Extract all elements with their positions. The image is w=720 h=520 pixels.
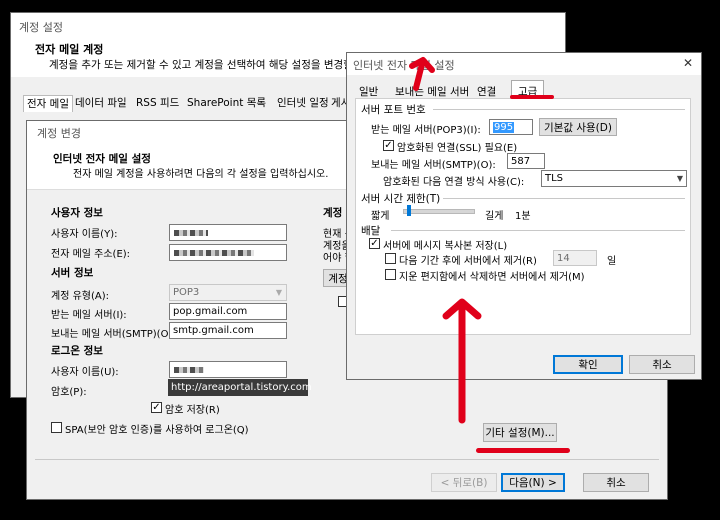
outgoing-port-input[interactable]: 587 — [507, 153, 545, 169]
account-type-select: POP3 ▼ — [169, 284, 287, 301]
user-name-input[interactable] — [169, 224, 287, 241]
timeout-value: 1분 — [515, 211, 531, 222]
tab-connection[interactable]: 연결 — [477, 84, 496, 99]
password-input[interactable]: http://areaportal.tistory.com — [168, 379, 312, 396]
spa-label: SPA(보안 암호 인증)를 사용하여 로그온(Q) — [65, 425, 249, 436]
account-type-value: POP3 — [173, 287, 200, 298]
ssl-label: 암호화된 연결(SSL) 필요(E) — [397, 143, 518, 154]
timeout-slider-thumb[interactable] — [407, 205, 411, 216]
chevron-down-icon: ▼ — [275, 288, 282, 297]
login-user-input[interactable] — [169, 361, 287, 378]
right-heading: 계정 — [323, 207, 343, 219]
email-label: 전자 메일 주소(E): — [51, 249, 131, 260]
redacted-login-user — [174, 367, 204, 373]
remember-password-checkbox[interactable]: ✓ — [151, 402, 162, 413]
login-user-label: 사용자 이름(U): — [51, 367, 119, 378]
user-name-label: 사용자 이름(Y): — [51, 229, 118, 240]
password-label: 암호(P): — [51, 387, 87, 398]
server-ports-heading: 서버 포트 번호 — [361, 104, 426, 116]
timeout-long-label: 길게 — [485, 211, 504, 222]
tab-sharepoint[interactable]: SharePoint 목록 — [187, 95, 266, 110]
account-settings-desc: 계정을 추가 또는 제거할 수 있고 계정을 선택하여 해당 설정을 변경할 — [49, 59, 353, 71]
remove-deleted-checkbox[interactable] — [385, 269, 396, 280]
days-value: 14 — [557, 253, 570, 264]
change-account-header: 인터넷 전자 메일 설정 — [53, 153, 151, 165]
redacted-user-name — [174, 230, 208, 236]
account-settings-title: 계정 설정 — [19, 21, 63, 34]
account-type-label: 계정 유형(A): — [51, 291, 109, 302]
tab-data-files[interactable]: 데이터 파일 — [75, 95, 127, 110]
remove-after-checkbox[interactable] — [385, 253, 396, 264]
ssl-checkbox[interactable]: ✓ — [383, 140, 394, 151]
internet-cancel-button[interactable]: 취소 — [629, 355, 695, 374]
remember-password-label: 암호 저장(R) — [165, 405, 220, 416]
tab-internet-calendar[interactable]: 인터넷 일정 — [277, 95, 329, 110]
incoming-server-input[interactable]: pop.gmail.com — [169, 303, 287, 320]
timeout-short-label: 짧게 — [371, 211, 390, 222]
incoming-port-input[interactable]: 995 — [489, 119, 533, 135]
footer-separator — [35, 459, 659, 460]
days-stepper: 14 — [553, 250, 597, 266]
spa-checkbox[interactable] — [51, 422, 62, 433]
tab-email[interactable]: 전자 메일 — [23, 95, 73, 112]
outgoing-port-label: 보내는 메일 서버(SMTP)(O): — [371, 160, 496, 171]
chevron-down-icon: ▼ — [676, 174, 683, 183]
timeout-slider-track[interactable] — [403, 209, 475, 214]
use-default-button[interactable]: 기본값 사용(D) — [539, 118, 617, 136]
close-icon[interactable]: ✕ — [683, 56, 693, 70]
delivery-line — [391, 230, 685, 231]
encryption-value: TLS — [545, 173, 564, 184]
server-info-heading: 서버 정보 — [51, 267, 94, 279]
user-info-heading: 사용자 정보 — [51, 207, 103, 219]
redacted-email — [174, 250, 254, 256]
remove-after-label: 다음 기간 후에 서버에서 제거(R) — [399, 256, 537, 267]
leave-copy-label: 서버에 메시지 복사본 저장(L) — [383, 241, 508, 252]
email-input[interactable] — [169, 244, 287, 261]
more-settings-button[interactable]: 기타 설정(M)... — [483, 423, 557, 442]
login-info-heading: 로그온 정보 — [51, 345, 103, 357]
change-account-desc: 전자 메일 계정을 사용하려면 다음의 각 설정을 입력하십시오. — [73, 169, 329, 180]
change-account-title: 계정 변경 — [37, 127, 81, 140]
encryption-label: 암호화된 다음 연결 방식 사용(C): — [383, 177, 525, 188]
incoming-server-label: 받는 메일 서버(I): — [51, 310, 127, 321]
back-button: < 뒤로(B) — [431, 473, 497, 492]
timeout-heading: 서버 시간 제한(T) — [361, 193, 441, 205]
timeout-line — [443, 198, 685, 199]
incoming-port-value: 995 — [493, 122, 515, 133]
remove-deleted-label: 지운 편지함에서 삭제하면 서버에서 제거(M) — [399, 272, 585, 283]
server-ports-line — [433, 109, 685, 110]
annotation-underline-more-settings — [476, 448, 570, 453]
account-settings-titlebar: 계정 설정 — [11, 13, 565, 39]
days-unit: 일 — [607, 256, 617, 267]
incoming-port-label: 받는 메일 서버(POP3)(I): — [371, 125, 481, 136]
account-settings-header: 전자 메일 계정 — [35, 43, 104, 56]
delivery-heading: 배달 — [361, 225, 381, 237]
tab-general[interactable]: 일반 — [359, 84, 378, 99]
next-button[interactable]: 다음(N) > — [501, 473, 565, 492]
leave-copy-checkbox[interactable]: ✓ — [369, 238, 380, 249]
ok-button[interactable]: 확인 — [553, 355, 623, 374]
annotation-underline-advanced-tab — [510, 95, 554, 99]
annotation-arrow-more-settings — [442, 298, 482, 424]
outgoing-server-input[interactable]: smtp.gmail.com — [169, 322, 287, 339]
encryption-select[interactable]: TLS ▼ — [541, 170, 687, 187]
watermark-url: http://areaportal.tistory.com — [171, 382, 312, 393]
cancel-button[interactable]: 취소 — [583, 473, 649, 492]
outgoing-server-label: 보내는 메일 서버(SMTP)(O): — [51, 329, 176, 340]
internet-settings-dialog: 인터넷 전자 메일 설정 ✕ 일반 보내는 메일 서버 연결 고급 서버 포트 … — [346, 52, 702, 380]
tab-rss[interactable]: RSS 피드 — [136, 95, 179, 110]
annotation-arrow-outgoing-tab — [409, 57, 435, 91]
